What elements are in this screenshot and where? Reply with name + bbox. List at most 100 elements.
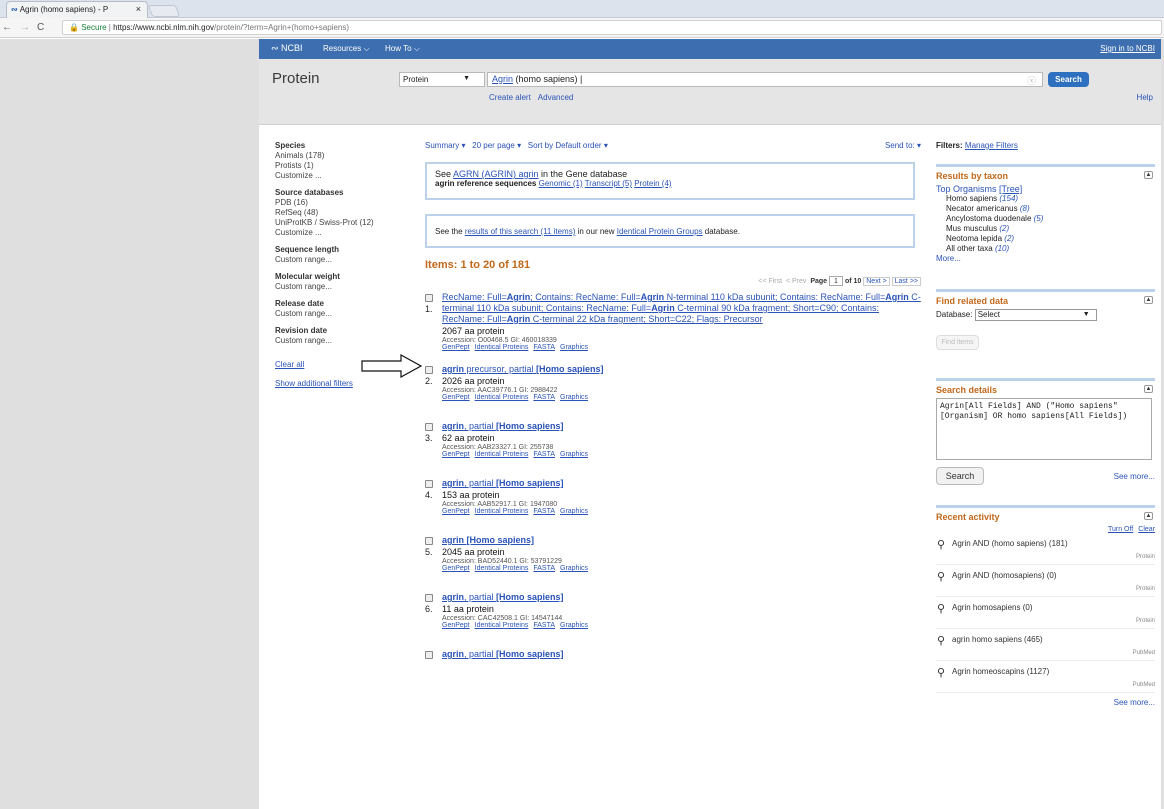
- page-number-input[interactable]: 1: [829, 276, 843, 286]
- back-icon[interactable]: ←: [2, 22, 12, 33]
- identical-proteins-link[interactable]: Identical Proteins: [475, 565, 529, 572]
- summary-menu[interactable]: Summary ▾: [425, 141, 465, 150]
- browser-tab[interactable]: ∾ Agrin (homo sapiens) - P ×: [6, 1, 148, 18]
- genpept-link[interactable]: GenPept: [442, 394, 470, 401]
- genpept-link[interactable]: GenPept: [442, 344, 470, 351]
- search-details-textarea[interactable]: Agrin[All Fields] AND ("Homo sapiens"[Or…: [936, 398, 1152, 460]
- genomic-link[interactable]: Genomic (1): [539, 179, 583, 188]
- genpept-link[interactable]: GenPept: [442, 508, 470, 515]
- close-tab-icon[interactable]: ×: [136, 4, 141, 14]
- result-checkbox[interactable]: [425, 480, 433, 488]
- new-tab-button[interactable]: [147, 5, 181, 17]
- manage-filters-link[interactable]: Manage Filters: [965, 141, 1018, 150]
- protein-link[interactable]: Protein (4): [634, 179, 671, 188]
- send-to-menu[interactable]: Send to: ▾: [885, 141, 921, 150]
- fasta-link[interactable]: FASTA: [533, 451, 555, 458]
- result-checkbox[interactable]: [425, 423, 433, 431]
- result-checkbox[interactable]: [425, 537, 433, 545]
- database-dropdown[interactable]: Select ▼: [974, 309, 1097, 321]
- result-checkbox[interactable]: [425, 366, 433, 374]
- activity-item[interactable]: ⚲ Agrin homeoscapins (1127) PubMed: [936, 661, 1155, 693]
- result-title[interactable]: agrin, partial [Homo sapiens]: [442, 592, 921, 603]
- identical-proteins-link[interactable]: Identical Proteins: [475, 508, 529, 515]
- taxon-item[interactable]: Ancylostoma duodenale (5): [946, 214, 1155, 224]
- address-bar[interactable]: 🔒 Secure | https://www.ncbi.nlm.nih.gov/…: [62, 20, 1162, 35]
- customize-source[interactable]: Customize ...: [275, 228, 415, 238]
- taxon-item[interactable]: Neotoma lepida (2): [946, 234, 1155, 244]
- see-more-activity-link[interactable]: See more...: [936, 698, 1155, 707]
- fasta-link[interactable]: FASTA: [533, 344, 555, 351]
- filter-refseq[interactable]: RefSeq (48): [275, 208, 415, 218]
- first-page[interactable]: << First: [758, 278, 782, 285]
- show-filters-link[interactable]: Show additional filters: [275, 379, 415, 389]
- seqlen-range[interactable]: Custom range...: [275, 255, 415, 265]
- fasta-link[interactable]: FASTA: [533, 622, 555, 629]
- forward-icon[interactable]: →: [20, 22, 30, 33]
- result-title[interactable]: agrin precursor, partial [Homo sapiens]: [442, 364, 921, 375]
- result-checkbox[interactable]: [425, 294, 433, 302]
- filter-animals[interactable]: Animals (178): [275, 151, 415, 161]
- advanced-link[interactable]: Advanced: [538, 93, 574, 102]
- clear-link[interactable]: Clear: [1138, 526, 1155, 533]
- identical-proteins-link[interactable]: Identical Proteins: [475, 622, 529, 629]
- identical-proteins-link[interactable]: Identical Proteins: [475, 394, 529, 401]
- identical-proteins-link[interactable]: Identical Proteins: [475, 451, 529, 458]
- graphics-link[interactable]: Graphics: [560, 565, 588, 572]
- taxon-item[interactable]: Mus musculus (2): [946, 224, 1155, 234]
- result-checkbox[interactable]: [425, 651, 433, 659]
- create-alert-link[interactable]: Create alert: [489, 93, 531, 102]
- perpage-menu[interactable]: 20 per page ▾: [472, 141, 521, 150]
- next-page[interactable]: Next >: [863, 277, 890, 286]
- tree-link[interactable]: [Tree]: [999, 184, 1022, 194]
- resources-menu[interactable]: Resources ⌵: [323, 44, 370, 54]
- fasta-link[interactable]: FASTA: [533, 565, 555, 572]
- last-page[interactable]: Last >>: [891, 277, 921, 286]
- graphics-link[interactable]: Graphics: [560, 508, 588, 515]
- details-search-button[interactable]: Search: [936, 467, 984, 485]
- find-items-button[interactable]: Find items: [936, 335, 979, 350]
- graphics-link[interactable]: Graphics: [560, 622, 588, 629]
- prev-page[interactable]: < Prev: [786, 278, 806, 285]
- sign-in-link[interactable]: Sign in to NCBI: [1100, 44, 1155, 53]
- taxon-item[interactable]: Necator americanus (8): [946, 204, 1155, 214]
- fasta-link[interactable]: FASTA: [533, 508, 555, 515]
- ipg-results-link[interactable]: results of this search (11 items): [465, 227, 576, 236]
- filter-uniprot[interactable]: UniProtKB / Swiss-Prot (12): [275, 218, 415, 228]
- taxon-item[interactable]: Homo sapiens (154): [946, 194, 1155, 204]
- filter-protists[interactable]: Protists (1): [275, 161, 415, 171]
- graphics-link[interactable]: Graphics: [560, 451, 588, 458]
- search-input[interactable]: Agrin (homo sapiens) | ⓧ: [487, 72, 1043, 87]
- result-title[interactable]: agrin, partial [Homo sapiens]: [442, 478, 921, 489]
- activity-item[interactable]: ⚲ Agrin AND (homo sapiens) (181) Protein: [936, 533, 1155, 565]
- search-button[interactable]: Search: [1048, 72, 1089, 87]
- collapse-icon[interactable]: ▲: [1144, 296, 1153, 304]
- molweight-range[interactable]: Custom range...: [275, 282, 415, 292]
- result-title[interactable]: RecName: Full=Agrin; Contains: RecName: …: [442, 292, 921, 325]
- help-link[interactable]: Help: [1137, 93, 1153, 102]
- fasta-link[interactable]: FASTA: [533, 394, 555, 401]
- turn-off-link[interactable]: Turn Off: [1108, 526, 1133, 533]
- sort-menu[interactable]: Sort by Default order ▾: [528, 141, 608, 150]
- filter-pdb[interactable]: PDB (16): [275, 198, 415, 208]
- genpept-link[interactable]: GenPept: [442, 622, 470, 629]
- howto-menu[interactable]: How To ⌵: [385, 44, 420, 54]
- ipg-database-link[interactable]: Identical Protein Groups: [617, 227, 703, 236]
- release-range[interactable]: Custom range...: [275, 309, 415, 319]
- collapse-icon[interactable]: ▲: [1144, 512, 1153, 520]
- ncbi-logo[interactable]: ∾ NCBI: [271, 43, 303, 54]
- genpept-link[interactable]: GenPept: [442, 565, 470, 572]
- activity-item[interactable]: ⚲ Agrin homosapiens (0) Protein: [936, 597, 1155, 629]
- graphics-link[interactable]: Graphics: [560, 344, 588, 351]
- result-title[interactable]: agrin [Homo sapiens]: [442, 535, 921, 546]
- identical-proteins-link[interactable]: Identical Proteins: [475, 344, 529, 351]
- see-more-link[interactable]: See more...: [1114, 472, 1155, 481]
- genpept-link[interactable]: GenPept: [442, 451, 470, 458]
- collapse-icon[interactable]: ▲: [1144, 171, 1153, 179]
- agrn-gene-link[interactable]: AGRN (AGRIN) agrin: [453, 169, 539, 179]
- collapse-icon[interactable]: ▲: [1144, 385, 1153, 393]
- reload-icon[interactable]: C: [37, 22, 44, 33]
- transcript-link[interactable]: Transcript (5): [585, 179, 632, 188]
- database-select[interactable]: Protein ▼: [399, 72, 485, 87]
- taxon-item[interactable]: All other taxa (10): [946, 244, 1155, 254]
- graphics-link[interactable]: Graphics: [560, 394, 588, 401]
